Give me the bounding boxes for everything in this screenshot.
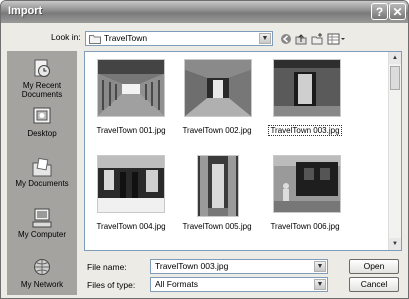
file-name[interactable]: TravelTown 005.jpg xyxy=(173,222,261,231)
scroll-down-arrow-icon[interactable]: ▼ xyxy=(389,238,401,250)
file-thumbnail[interactable] xyxy=(184,59,252,117)
file-type-label: Files of type: xyxy=(87,280,136,290)
place-label: My Documents xyxy=(15,179,69,188)
chevron-down-icon[interactable]: ▼ xyxy=(314,261,326,272)
up-folder-icon[interactable] xyxy=(295,33,307,45)
scroll-up-arrow-icon[interactable]: ▲ xyxy=(389,52,401,64)
close-button[interactable]: ✕ xyxy=(389,3,406,20)
file-thumbnail[interactable] xyxy=(97,155,165,213)
photo-railcar xyxy=(274,156,340,212)
place-label: My Network xyxy=(20,280,64,289)
import-dialog: Import ? ✕ Look in: TravelTown ▼ My Rece… xyxy=(0,0,409,299)
file-thumbnail[interactable] xyxy=(197,155,239,217)
recent-documents-icon xyxy=(34,59,50,77)
title-bar[interactable]: Import ? ✕ xyxy=(1,1,408,23)
place-my-computer[interactable]: My Computer xyxy=(7,208,77,239)
place-label: My Recent Documents xyxy=(21,81,63,99)
chevron-down-icon[interactable]: ▼ xyxy=(259,33,271,44)
place-label: Desktop xyxy=(27,129,57,138)
photo-passage xyxy=(185,60,251,116)
my-network-icon xyxy=(34,259,50,275)
vertical-scrollbar[interactable]: ▲ ▼ xyxy=(388,52,401,250)
file-name[interactable]: TravelTown 006.jpg xyxy=(261,222,349,231)
file-name[interactable]: TravelTown 001.jpg xyxy=(87,126,175,135)
dialog-title: Import xyxy=(8,5,43,17)
views-menu-icon[interactable] xyxy=(327,33,347,45)
desktop-icon xyxy=(33,107,51,124)
place-my-recent-documents[interactable]: My Recent Documents xyxy=(7,59,77,99)
look-in-combo[interactable]: TravelTown ▼ xyxy=(85,31,273,46)
photo-doorframe xyxy=(198,156,238,216)
photo-corridor xyxy=(98,60,164,116)
file-thumbnail[interactable] xyxy=(273,59,341,117)
file-type-value: All Formats xyxy=(155,279,198,289)
look-in-label: Look in: xyxy=(51,32,81,42)
my-computer-icon xyxy=(32,208,52,228)
photo-doorway xyxy=(274,60,340,116)
scroll-thumb[interactable] xyxy=(390,66,400,90)
file-thumbnail[interactable] xyxy=(97,59,165,117)
place-my-network[interactable]: My Network xyxy=(7,258,77,289)
place-label: My Computer xyxy=(17,230,66,239)
back-icon[interactable] xyxy=(280,33,292,45)
file-name-field[interactable]: TravelTown 003.jpg ▼ xyxy=(150,259,328,274)
help-button[interactable]: ? xyxy=(371,3,388,20)
look-in-value: TravelTown xyxy=(104,33,148,43)
file-name-selected[interactable]: TravelTown 003.jpg xyxy=(261,125,349,136)
place-my-documents[interactable]: My Documents xyxy=(7,157,77,188)
folder-icon xyxy=(89,35,101,44)
file-name[interactable]: TravelTown 004.jpg xyxy=(87,222,175,231)
file-name-label: File name: xyxy=(87,262,127,272)
open-button[interactable]: Open xyxy=(349,259,399,274)
my-documents-icon xyxy=(32,157,52,177)
file-thumbnail[interactable] xyxy=(273,155,341,213)
file-list[interactable]: TravelTown 001.jpg TravelTown 002.jpg Tr… xyxy=(84,51,402,251)
new-folder-icon[interactable] xyxy=(311,33,323,45)
file-name[interactable]: TravelTown 002.jpg xyxy=(173,126,261,135)
file-name-value: TravelTown 003.jpg xyxy=(155,261,229,271)
places-bar: My Recent Documents Desktop My Documents xyxy=(7,51,77,295)
place-desktop[interactable]: Desktop xyxy=(7,107,77,138)
photo-interior xyxy=(98,156,164,212)
cancel-button[interactable]: Cancel xyxy=(349,277,399,292)
chevron-down-icon[interactable]: ▼ xyxy=(314,279,326,290)
file-type-select[interactable]: All Formats ▼ xyxy=(150,277,328,292)
